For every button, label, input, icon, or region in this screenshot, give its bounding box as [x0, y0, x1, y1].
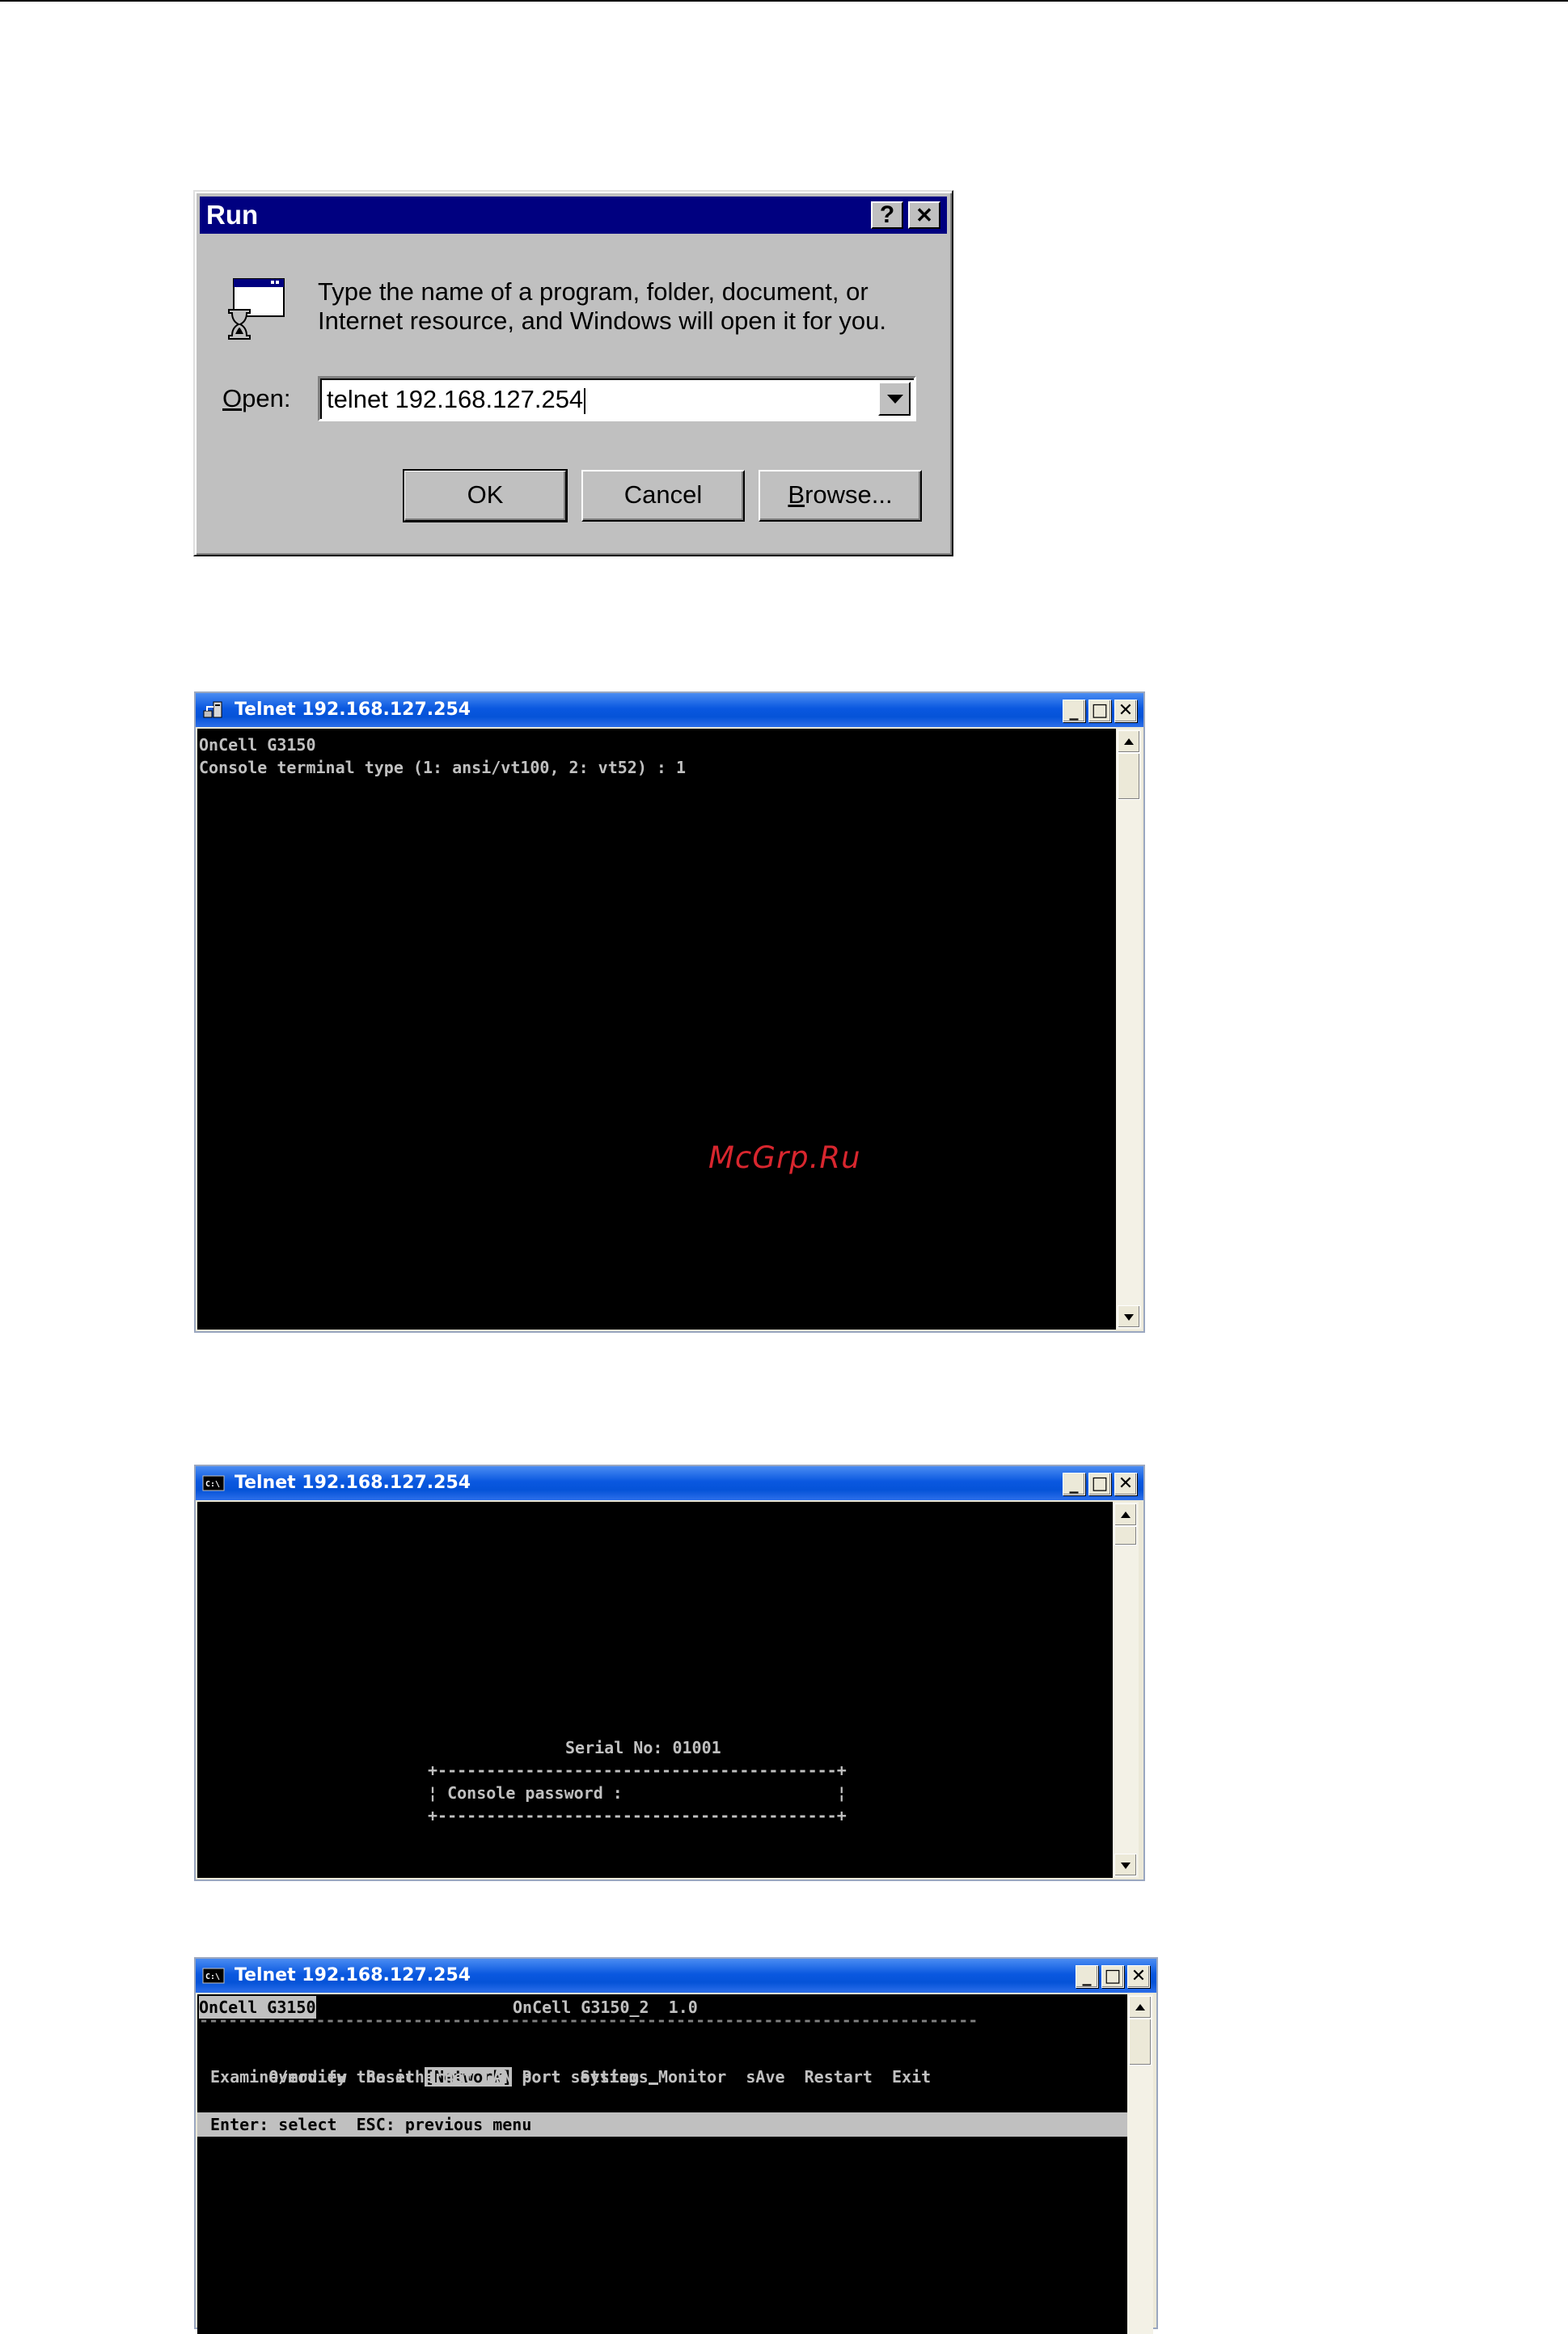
open-input[interactable]: telnet 192.168.127.254 — [327, 385, 586, 414]
scroll-up-icon[interactable] — [1129, 1996, 1152, 2019]
menu-item-exit[interactable]: Exit — [892, 2067, 931, 2087]
minimize-button[interactable]: _ — [1063, 700, 1085, 722]
status-text: Enter: select ESC: previous menu — [210, 2115, 532, 2134]
telnet-icon — [203, 701, 222, 718]
header-separator: ----------------------------------------… — [199, 2011, 978, 2030]
help-button[interactable]: ? — [871, 201, 903, 229]
vertical-scrollbar[interactable] — [1116, 729, 1142, 1330]
scroll-up-icon[interactable] — [1118, 730, 1140, 753]
console-area[interactable]: OnCell G3150 OnCell G3150_2 1.0 --------… — [197, 1994, 1127, 2334]
console-area[interactable]: Serial No: 01001 +----------------------… — [197, 1502, 1113, 1878]
telnet-3-title-bar[interactable]: C:\ Telnet 192.168.127.254 _ □ ✕ — [196, 1959, 1156, 1993]
telnet-window-3: C:\ Telnet 192.168.127.254 _ □ ✕ OnCell … — [194, 1957, 1158, 2334]
console-icon: C:\ — [202, 1475, 225, 1491]
scroll-thumb[interactable] — [1129, 2019, 1152, 2066]
telnet-1-title: Telnet 192.168.127.254 — [235, 700, 471, 720]
cancel-button[interactable]: Cancel — [581, 470, 745, 522]
console-line: Console terminal type (1: ansi/vt100, 2:… — [199, 758, 687, 777]
close-button[interactable]: ✕ — [1114, 1473, 1137, 1495]
page-top-rule — [0, 0, 1568, 2]
scroll-down-icon[interactable] — [1118, 1305, 1140, 1328]
maximize-button[interactable]: □ — [1088, 700, 1111, 722]
run-message: Type the name of a program, folder, docu… — [318, 277, 887, 335]
serial-number: Serial No: 01001 — [565, 1738, 721, 1757]
run-dialog: Run ? ✕ Type the name of a program, fold… — [193, 190, 953, 556]
password-box-top: +---------------------------------------… — [428, 1761, 847, 1780]
console-icon: C:\ — [202, 1968, 225, 1984]
scroll-up-icon[interactable] — [1114, 1503, 1137, 1526]
chevron-down-icon[interactable] — [878, 382, 911, 416]
browse-button[interactable]: Browse... — [759, 470, 922, 522]
open-label: Open: — [222, 384, 291, 412]
watermark: McGrp.Ru — [708, 1140, 861, 1175]
menu-item-save[interactable]: sAve — [746, 2067, 784, 2087]
svg-text:C:\: C:\ — [205, 1972, 220, 1981]
menu-item-restart[interactable]: Restart — [805, 2067, 873, 2087]
run-title-bar[interactable]: Run ? ✕ — [200, 197, 947, 234]
scroll-thumb[interactable] — [1118, 753, 1140, 800]
run-title: Run — [206, 200, 259, 230]
scroll-down-icon[interactable] — [1114, 1854, 1137, 1876]
vertical-scrollbar[interactable] — [1113, 1502, 1139, 1878]
close-button[interactable]: ✕ — [1114, 700, 1137, 722]
password-box-bottom: +---------------------------------------… — [428, 1806, 847, 1825]
minimize-button[interactable]: _ — [1063, 1473, 1085, 1495]
scroll-thumb[interactable] — [1114, 1526, 1137, 1545]
maximize-button[interactable]: □ — [1088, 1473, 1111, 1495]
svg-text:C:\: C:\ — [205, 1480, 220, 1489]
status-bar: Enter: select ESC: previous menu — [197, 2112, 1127, 2137]
vertical-scrollbar[interactable] — [1127, 1994, 1153, 2334]
close-button[interactable]: ✕ — [1127, 1965, 1150, 1988]
open-combobox[interactable]: telnet 192.168.127.254 — [318, 376, 916, 421]
telnet-window-1: Telnet 192.168.127.254 _ □ ✕ OnCell G315… — [194, 691, 1145, 1333]
menu-item-monitor[interactable]: Monitor — [658, 2067, 726, 2087]
ok-button[interactable]: OK — [403, 469, 568, 522]
close-button[interactable]: ✕ — [908, 201, 940, 229]
telnet-2-title-bar[interactable]: C:\ Telnet 192.168.127.254 _ □ ✕ — [196, 1466, 1143, 1500]
console-line: OnCell G3150 — [199, 735, 316, 755]
minimize-button[interactable]: _ — [1076, 1965, 1098, 1988]
menu-description: Examine/modify the ethernet LAN port set… — [210, 2066, 658, 2088]
maximize-button[interactable]: □ — [1101, 1965, 1124, 1988]
run-program-icon — [228, 278, 285, 340]
telnet-window-2: C:\ Telnet 192.168.127.254 _ □ ✕ Serial … — [194, 1465, 1145, 1881]
console-area[interactable]: OnCell G3150 Console terminal type (1: a… — [197, 729, 1116, 1330]
telnet-2-title: Telnet 192.168.127.254 — [235, 1473, 471, 1493]
password-prompt[interactable]: ¦ Console password : ¦ — [428, 1782, 847, 1804]
telnet-1-title-bar[interactable]: Telnet 192.168.127.254 _ □ ✕ — [196, 693, 1143, 727]
telnet-3-title: Telnet 192.168.127.254 — [235, 1965, 471, 1985]
